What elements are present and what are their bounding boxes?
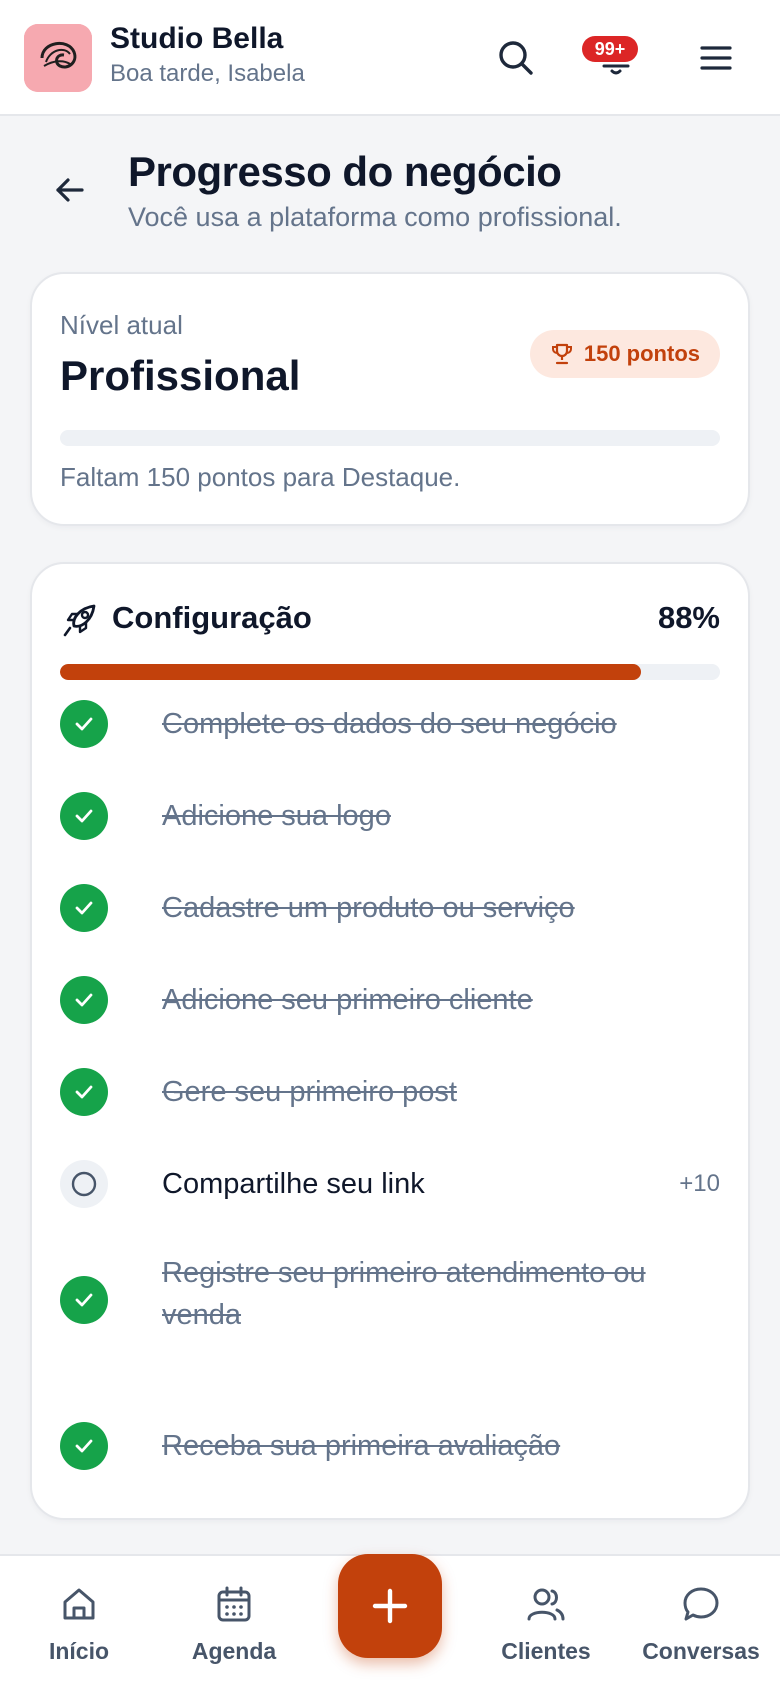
home-icon [63,1588,95,1620]
task-item[interactable]: Adicione sua logo [60,792,720,840]
task-item-pending[interactable]: Compartilhe seu link +10 [60,1160,720,1208]
check-circle-icon [60,700,108,748]
nav-label: Clientes [501,1638,591,1664]
empty-circle-icon [60,1160,108,1208]
task-item[interactable]: Registre seu primeiro atendimento ou ven… [60,1252,720,1348]
trophy-icon [551,343,572,365]
task-label: Adicione sua logo [162,800,391,832]
business-logo[interactable] [24,24,92,92]
setup-progress-bar [60,664,720,680]
logo-artwork [24,24,92,92]
task-label: Adicione seu primeiro cliente [162,984,533,1016]
nav-item-inicio[interactable]: Início [14,1556,144,1688]
arrow-left-icon [56,178,84,202]
task-item[interactable]: Complete os dados do seu negócio [60,700,720,748]
nav-item-agenda[interactable]: Agenda [169,1556,299,1688]
task-label: Gere seu primeiro post [162,1076,457,1108]
points-badge: 150 pontos [529,330,720,378]
level-value: Profissional [60,352,301,399]
setup-card: Configuração 88% Complete os dados do se… [30,562,750,1520]
next-level-note: Faltam 150 pontos para Destaque. [60,462,461,492]
page-subtitle: Você usa a plataforma como profissional. [128,202,622,232]
check-circle-icon [60,1276,108,1324]
task-label: Compartilhe seu link [162,1168,425,1200]
setup-percent: 88% [657,600,720,635]
back-button[interactable] [44,164,96,216]
check-circle-icon [60,1068,108,1116]
nav-item-conversas[interactable]: Conversas [636,1556,766,1688]
business-name: Studio Bella [110,22,284,55]
task-label: Complete os dados do seu negócio [162,708,617,740]
setup-title: Configuração [112,600,312,635]
task-points: +10 [679,1170,720,1197]
menu-button[interactable] [688,30,744,86]
task-item[interactable]: Adicione seu primeiro cliente [60,976,720,1024]
current-level-card: Nível atual Profissional 150 pontos Falt… [30,272,750,526]
page-title: Progresso do negócio [128,148,562,195]
task-item[interactable]: Gere seu primeiro post [60,1068,720,1116]
task-label: Receba sua primeira avaliação [162,1430,561,1462]
nav-label: Agenda [191,1638,277,1664]
users-icon [527,1588,565,1621]
task-label: Registre seu primeiro atendimento ou ven… [162,1257,646,1331]
level-progress-bar [60,430,720,446]
search-icon [499,41,533,75]
task-label: Cadastre um produto ou serviço [162,892,575,924]
add-button[interactable] [338,1554,442,1658]
setup-progress-fill [60,664,641,680]
plus-icon [372,1588,408,1624]
calendar-icon [217,1586,251,1622]
chat-icon [683,1587,719,1621]
search-button[interactable] [488,30,544,86]
task-item[interactable]: Receba sua primeira avaliação [60,1422,720,1470]
check-circle-icon [60,976,108,1024]
task-item[interactable]: Cadastre um produto ou serviço [60,884,720,932]
rocket-icon [63,604,96,637]
level-label: Nível atual [60,310,183,340]
top-bar: Studio Bella Boa tarde, Isabela 99+ [0,0,780,116]
hamburger-menu-icon [700,46,732,70]
points-text: 150 pontos [583,341,700,366]
check-circle-icon [60,792,108,840]
check-circle-icon [60,1422,108,1470]
greeting-text: Boa tarde, Isabela [110,60,305,87]
notifications-badge: 99+ [582,36,638,62]
nav-label: Conversas [642,1638,760,1664]
nav-item-clientes[interactable]: Clientes [481,1556,611,1688]
check-circle-icon [60,884,108,932]
nav-label: Início [48,1638,110,1664]
